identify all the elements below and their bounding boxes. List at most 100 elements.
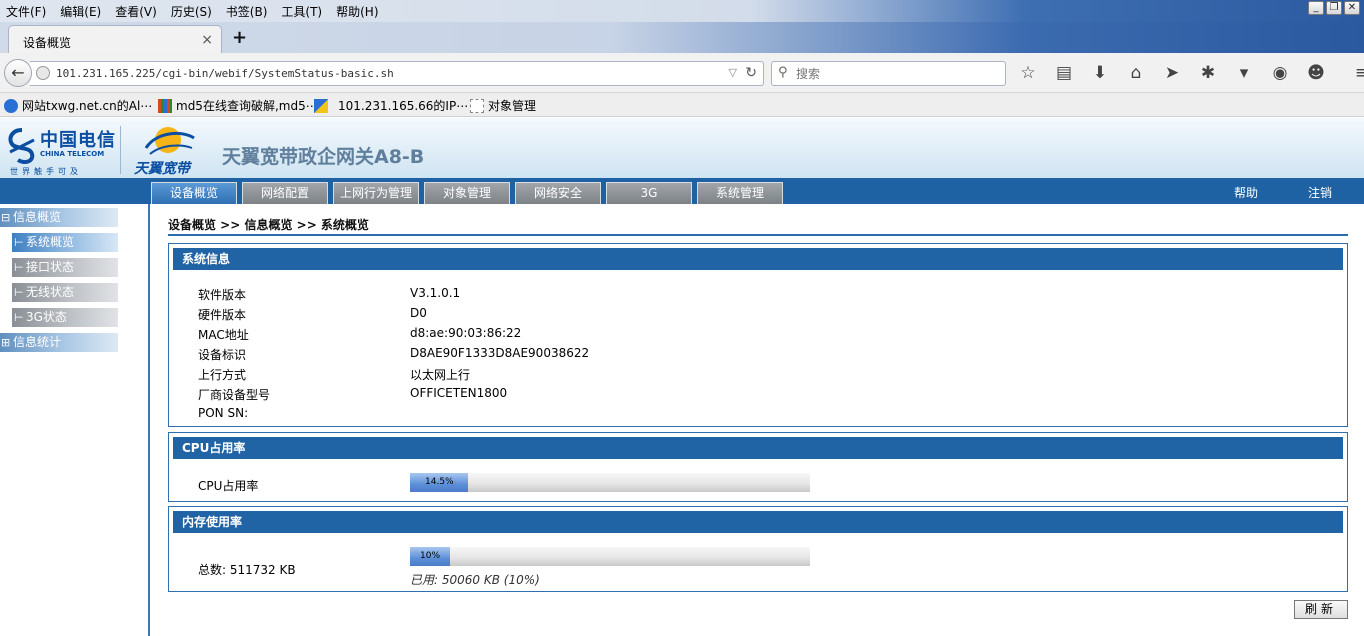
- panel-title: 内存使用率: [173, 511, 1343, 533]
- info-value: d8:ae:90:03:86:22: [410, 326, 522, 340]
- back-arrow-icon[interactable]: ←: [4, 59, 32, 87]
- info-key: 总数: 511732 KB: [198, 563, 296, 577]
- window-controls: _ ❐ ✕: [1308, 1, 1360, 15]
- bookmark-item[interactable]: 对象管理: [470, 97, 536, 114]
- tab-3g[interactable]: 3G: [606, 182, 692, 204]
- menu-item[interactable]: 历史(S): [171, 3, 212, 20]
- toolbar: ☆ ▤ ⬇ ⌂ ➤ ✱ ▾ ◉ ☻ ≡: [1016, 63, 1364, 83]
- browser-tabbar: 设备概览 × +: [0, 22, 1364, 53]
- sidebar-item-interface-status[interactable]: ⊢ 接口状态: [12, 258, 118, 277]
- bookmark-label: 101.231.165.66的IP⋯: [338, 99, 469, 113]
- tab-network-config[interactable]: 网络配置: [242, 182, 328, 204]
- bookmark-item[interactable]: 101.231.165.66的IP⋯: [314, 97, 468, 114]
- address-bar[interactable]: 101.231.165.225/cgi-bin/webif/SystemStat…: [30, 61, 764, 86]
- telecom-slogan: 世界触手可及: [10, 167, 82, 176]
- sidebar-info-overview[interactable]: ⊟ 信息概览: [0, 208, 118, 227]
- header-divider: [120, 126, 121, 174]
- tianyi-sun-icon: [144, 127, 195, 155]
- tab-close-icon[interactable]: ×: [201, 32, 213, 48]
- panel-title: 系统信息: [173, 248, 1343, 270]
- tab-behavior-management[interactable]: 上网行为管理: [333, 182, 419, 204]
- sidebar-info-stats[interactable]: ⊞ 信息统计: [0, 333, 118, 352]
- tianyi-text: 天翼宽带: [134, 161, 190, 177]
- memory-percent-text: 10%: [420, 551, 441, 561]
- sidebar-item-label: 系统概览: [26, 235, 75, 249]
- menu-item[interactable]: 工具(T): [281, 3, 322, 20]
- menu-item[interactable]: 帮助(H): [336, 3, 378, 20]
- menu-item[interactable]: 编辑(E): [60, 3, 101, 20]
- breadcrumb-divider: [168, 234, 1348, 236]
- search-box[interactable]: ⚲: [771, 61, 1006, 86]
- sidebar-item-system-overview[interactable]: ⊢ 系统概览: [12, 233, 118, 252]
- addon-icon[interactable]: ✱: [1196, 63, 1220, 83]
- memory-used-text: 已用: 50060 KB (10%): [410, 573, 540, 587]
- menu-list: 文件(F) 编辑(E) 查看(V) 历史(S) 书签(B) 工具(T) 帮助(H): [6, 3, 379, 20]
- sidebar-item-3g-status[interactable]: ⊢ 3G状态: [12, 308, 118, 327]
- browser-globe-icon[interactable]: ◉: [1268, 63, 1292, 83]
- site-header: 中国电信 CHINA TELECOM 世界触手可及 天翼宽带 天翼宽带政企网关A…: [0, 118, 1364, 178]
- home-icon[interactable]: ⌂: [1124, 63, 1148, 83]
- minimize-icon[interactable]: _: [1308, 1, 1324, 15]
- tree-branch-icon: ⊢: [14, 311, 24, 324]
- tianyi-logo: 天翼宽带: [132, 122, 204, 177]
- expand-icon[interactable]: ⊞: [1, 333, 13, 352]
- sidebar-item-wireless-status[interactable]: ⊢ 无线状态: [12, 283, 118, 302]
- search-input[interactable]: [796, 65, 996, 83]
- product-title: 天翼宽带政企网关A8-B: [222, 146, 425, 168]
- cpu-progress-bar: 14.5%: [410, 473, 810, 492]
- search-icon: ⚲: [778, 65, 788, 80]
- info-value: 以太网上行: [410, 368, 471, 382]
- bookmark-item[interactable]: md5在线查询破解,md5⋯: [158, 97, 318, 114]
- bookmark-favicon-icon: [314, 98, 328, 113]
- sidebar-item-label: 信息统计: [13, 335, 62, 349]
- url-dropdown-icon[interactable]: ▽: [729, 66, 737, 79]
- restore-icon[interactable]: ❐: [1326, 1, 1342, 15]
- close-window-icon[interactable]: ✕: [1344, 1, 1360, 15]
- telecom-swirl-icon: [8, 128, 35, 164]
- bookmark-item[interactable]: 网站txwg.net.cn的Al⋯: [4, 97, 152, 114]
- hamburger-menu-icon[interactable]: ≡: [1350, 63, 1364, 83]
- globe-icon: [36, 66, 50, 80]
- tree-branch-icon: ⊢: [14, 286, 24, 299]
- telecom-name: 中国电信: [40, 130, 116, 151]
- sidebar-item-label: 接口状态: [26, 260, 75, 274]
- reading-list-icon[interactable]: ▤: [1052, 63, 1076, 83]
- chat-icon[interactable]: ☻: [1304, 63, 1328, 83]
- menu-item[interactable]: 文件(F): [6, 3, 46, 20]
- system-info-panel: 系统信息 软件版本 V3.1.0.1 硬件版本 D0 MAC地址 d8:ae:9…: [168, 243, 1348, 427]
- info-value: D8AE90F1333D8AE90038622: [410, 346, 590, 360]
- bookmark-favicon-icon: [4, 98, 18, 113]
- reload-icon[interactable]: ↻: [745, 65, 757, 81]
- help-link[interactable]: 帮助: [1234, 184, 1258, 201]
- main-nav: 设备概览 网络配置 上网行为管理 对象管理 网络安全 3G 系统管理 帮助 注销: [0, 178, 1364, 204]
- collapse-icon[interactable]: ⊟: [1, 208, 13, 227]
- tab-title: 设备概览: [23, 36, 72, 50]
- logout-link[interactable]: 注销: [1308, 184, 1332, 201]
- url-text[interactable]: 101.231.165.225/cgi-bin/webif/SystemStat…: [56, 67, 394, 80]
- tab-object-management[interactable]: 对象管理: [424, 182, 510, 204]
- tab-network-security[interactable]: 网络安全: [515, 182, 601, 204]
- info-value: V3.1.0.1: [410, 286, 461, 300]
- main-content: 设备概览 >> 信息概览 >> 系统概览 系统信息 软件版本 V3.1.0.1 …: [168, 204, 1348, 636]
- bookmark-star-icon[interactable]: ☆: [1016, 63, 1040, 83]
- menu-item[interactable]: 书签(B): [226, 3, 268, 20]
- bookmark-favicon-icon: [158, 98, 172, 113]
- tab-system-management[interactable]: 系统管理: [697, 182, 783, 204]
- memory-progress-bar: 10%: [410, 547, 810, 566]
- menu-item[interactable]: 查看(V): [115, 3, 157, 20]
- refresh-button[interactable]: 刷新: [1294, 600, 1348, 619]
- sidebar-item-label: 3G状态: [26, 310, 67, 324]
- info-key: CPU占用率: [198, 479, 259, 493]
- download-icon[interactable]: ⬇: [1088, 63, 1112, 83]
- tab-device-overview[interactable]: 设备概览: [151, 182, 237, 204]
- info-key: 设备标识: [198, 348, 247, 362]
- info-key: 硬件版本: [198, 308, 247, 322]
- browser-navbar: 101.231.165.225/cgi-bin/webif/SystemStat…: [0, 53, 1364, 93]
- send-icon[interactable]: ➤: [1160, 63, 1184, 83]
- tree-branch-icon: ⊢: [14, 261, 24, 274]
- sidebar: ⊟ 信息概览 ⊢ 系统概览 ⊢ 接口状态 ⊢ 无线状态 ⊢ 3G状态 ⊞ 信息统计: [0, 204, 150, 636]
- info-key: MAC地址: [198, 328, 249, 342]
- new-tab-icon[interactable]: +: [232, 27, 247, 48]
- browser-tab[interactable]: 设备概览 ×: [8, 25, 222, 53]
- dropdown-icon[interactable]: ▾: [1232, 63, 1256, 83]
